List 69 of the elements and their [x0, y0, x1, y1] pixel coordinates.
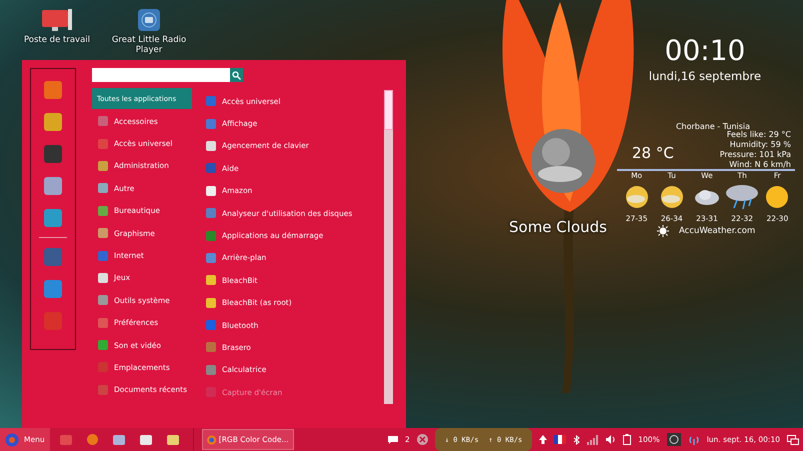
signal-icon[interactable] — [587, 434, 600, 444]
category-icon — [98, 318, 108, 328]
sun-icon — [765, 185, 790, 209]
category-icon — [98, 272, 108, 283]
show-desktop-icon[interactable] — [787, 434, 799, 444]
volume-icon[interactable] — [606, 435, 616, 444]
app-icon — [206, 364, 216, 375]
weather-detail: Humidity: 59 % — [728, 140, 791, 150]
cloud-icon — [694, 188, 720, 206]
category-icon — [98, 138, 108, 149]
battery-icon[interactable] — [623, 434, 632, 445]
radio-icon[interactable] — [137, 8, 161, 32]
category-icon — [98, 384, 108, 395]
favorite-app-icon[interactable] — [44, 113, 62, 131]
temperature: 28 °C — [631, 143, 674, 162]
app-icon — [206, 387, 216, 398]
category-icon — [98, 206, 108, 216]
app-icon — [206, 140, 216, 151]
favorite-app-icon[interactable] — [44, 209, 62, 227]
search-icon — [232, 70, 241, 80]
up-arrow-icon[interactable] — [539, 435, 548, 444]
app-icon — [206, 96, 216, 106]
favorite-app-icon[interactable] — [44, 177, 62, 195]
app-icon — [206, 118, 216, 129]
search-field[interactable] — [92, 68, 230, 82]
weather-source[interactable]: AccuWeather.com — [679, 226, 756, 236]
favorite-app-icon[interactable] — [44, 145, 62, 163]
category-icon — [98, 116, 108, 126]
category-icon — [98, 340, 108, 350]
weather-detail: Wind: N 6 km/h — [728, 160, 791, 170]
app-icon — [206, 342, 216, 352]
category-icon — [98, 183, 108, 194]
sun-cloud-icon — [624, 185, 650, 209]
storm-cloud-icon — [725, 184, 760, 210]
browser-icon — [206, 434, 216, 444]
category-icon — [98, 295, 108, 306]
weather-detail: Pressure: 101 kPa — [720, 150, 791, 160]
app-icon — [206, 252, 216, 263]
close-icon[interactable] — [416, 434, 428, 445]
sun-cloud-icon — [658, 185, 685, 209]
flag-icon[interactable] — [554, 435, 566, 444]
app-icon — [206, 208, 216, 218]
weather-condition: Some Clouds — [509, 218, 607, 236]
wireless-icon[interactable] — [688, 434, 700, 444]
category-icon — [98, 228, 108, 238]
computer-icon[interactable] — [40, 8, 74, 32]
category-icon — [98, 160, 108, 171]
app-icon — [206, 275, 216, 286]
menu-logo-icon — [5, 432, 19, 446]
clock-date: lundi,16 septembre — [648, 69, 762, 83]
scrollbar[interactable] — [384, 90, 393, 404]
weather-location: Chorbane - Tunisia — [674, 122, 750, 131]
bluetooth-icon[interactable] — [573, 434, 580, 444]
browser-launcher-icon[interactable] — [86, 434, 98, 445]
app-icon — [206, 298, 216, 308]
category-icon — [98, 250, 108, 261]
chat-icon[interactable] — [388, 436, 398, 444]
favorite-app-icon[interactable] — [44, 81, 62, 99]
app-icon — [206, 230, 216, 241]
desktop-icon-label[interactable]: Great Little Radio Player — [107, 35, 191, 55]
category-icon — [98, 362, 108, 372]
sun-icon — [657, 225, 669, 237]
app-icon — [206, 163, 216, 174]
weather-detail: Feels like: 29 °C — [726, 130, 791, 140]
search-button[interactable] — [230, 68, 243, 82]
app-icon — [206, 320, 216, 330]
desktop-icon-label[interactable]: Poste de travail — [24, 35, 90, 45]
clock-time: 00:10 — [664, 36, 746, 66]
app-icon — [206, 186, 216, 196]
